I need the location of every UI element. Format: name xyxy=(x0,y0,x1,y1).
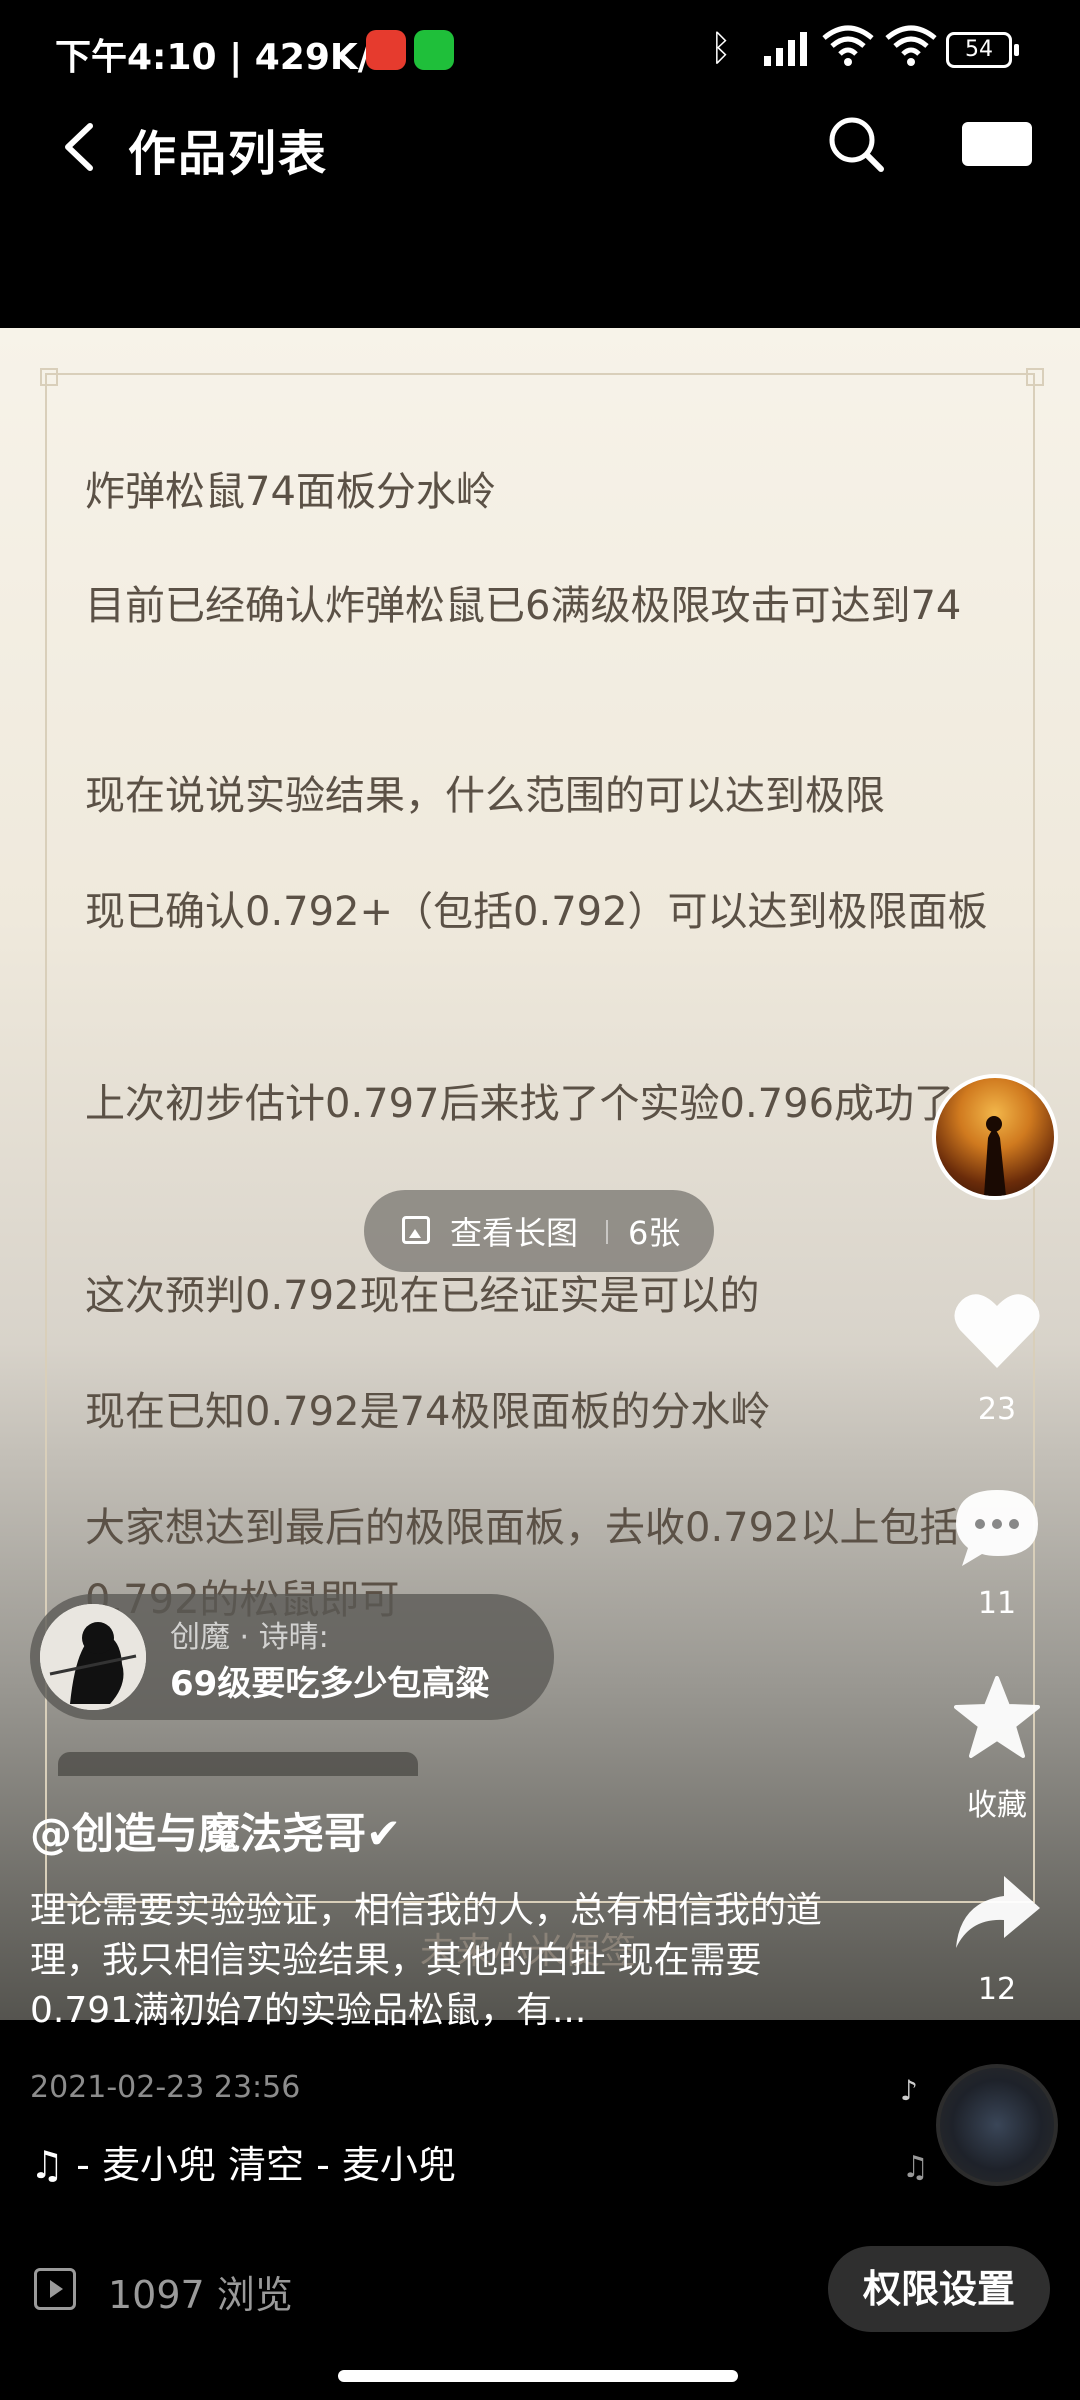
author-name[interactable]: @创造与魔法尧哥✔ xyxy=(30,1800,401,1861)
comment-text: 69级要吃多少包高粱 xyxy=(170,1664,490,1704)
signal-icon xyxy=(760,30,814,78)
frame-corner xyxy=(40,368,58,386)
like-button[interactable] xyxy=(952,1290,1042,1370)
hotspot-icon xyxy=(885,24,937,77)
floating-comment[interactable]: 创魔 · 诗晴: 69级要吃多少包高粱 xyxy=(30,1594,554,1720)
music-note-icon: ♫ xyxy=(902,2150,929,2185)
note-paragraph: 现已确认0.792+（包括0.792）可以达到极限面板 xyxy=(85,889,988,935)
note-paragraph: 目前已经确认炸弹松鼠已6满级极限攻击可达到74 xyxy=(85,583,962,629)
note-paragraph: 现在说说实验结果，什么范围的可以达到极限 xyxy=(85,773,885,819)
search-icon[interactable] xyxy=(826,114,886,174)
share-count: 12 xyxy=(977,1972,1017,2007)
post-description[interactable]: 理论需要实验验证，相信我的人，总有相信我的道理，我只相信实验结果，其他的白扯 现… xyxy=(30,1886,850,2036)
frame-corner xyxy=(1026,368,1044,386)
author-avatar[interactable] xyxy=(932,1074,1058,1200)
app-notification-icon xyxy=(366,30,406,70)
wifi-icon xyxy=(822,24,874,77)
commenter-name: 创魔 · 诗晴: xyxy=(170,1620,329,1655)
divider xyxy=(606,1220,608,1244)
permission-settings-button[interactable]: 权限设置 xyxy=(828,2246,1050,2332)
note-paragraph: 上次初步估计0.797后来找了个实验0.796成功了， xyxy=(85,1081,995,1127)
commenter-avatar xyxy=(40,1604,146,1710)
play-views-icon xyxy=(34,2268,76,2310)
page-title: 作品列表 xyxy=(128,126,329,182)
floating-comment-next xyxy=(58,1752,418,1776)
folder-icon[interactable] xyxy=(962,122,1032,166)
view-count: 1097 浏览 xyxy=(108,2273,293,2317)
music-info[interactable]: ♫ - 麦小兜 清空 - 麦小兜 xyxy=(30,2134,456,2189)
back-arrow-icon[interactable] xyxy=(60,122,100,172)
status-bar: 下午4:10 | 429K/s ᛒ 54 xyxy=(0,0,1080,100)
status-time-speed: 下午4:10 | 429K/s xyxy=(55,37,393,78)
music-note-icon: ♪ xyxy=(900,2074,918,2107)
home-indicator[interactable] xyxy=(338,2370,738,2382)
music-disc[interactable] xyxy=(936,2064,1058,2186)
wechat-icon xyxy=(414,30,454,70)
view-long-image-button[interactable]: 查看长图 6张 xyxy=(364,1190,714,1272)
image-icon xyxy=(402,1216,430,1244)
music-title: - 麦小兜 清空 - 麦小兜 xyxy=(64,2143,456,2187)
favorite-button[interactable] xyxy=(952,1674,1042,1760)
view-long-image-label: 查看长图 xyxy=(450,1214,579,1252)
note-paragraph: 现在已知0.792是74极限面板的分水岭 xyxy=(85,1389,771,1435)
post-date: 2021-02-23 23:56 xyxy=(30,2070,301,2105)
image-count: 6张 xyxy=(628,1214,681,1252)
note-title: 炸弹松鼠74面板分水岭 xyxy=(85,469,496,515)
comment-button[interactable] xyxy=(952,1486,1042,1568)
bluetooth-icon: ᛒ xyxy=(710,28,732,69)
like-count: 23 xyxy=(977,1392,1017,1427)
music-note-icon: ♫ xyxy=(30,2143,65,2187)
share-button[interactable] xyxy=(952,1872,1042,1952)
comment-count: 11 xyxy=(977,1586,1017,1621)
favorite-label: 收藏 xyxy=(967,1788,1027,1823)
battery-icon: 54 xyxy=(946,32,1019,68)
